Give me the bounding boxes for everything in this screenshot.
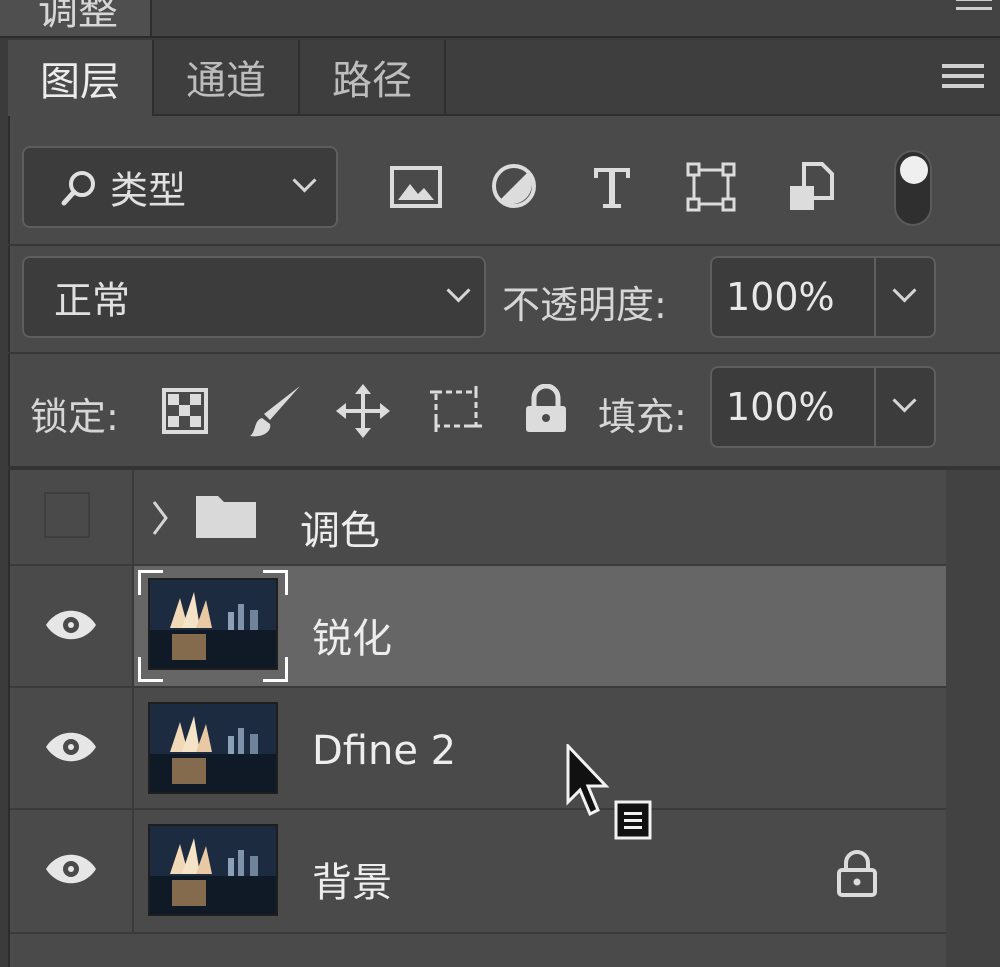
layers-panel-tabs: 图层 通道 路径 [8,40,1000,116]
filter-kind-label: 类型 [110,168,187,213]
thumbnail-selection-frame [138,570,288,682]
mouse-pointer-icon [566,744,610,817]
filter-toggle-knob-icon [900,156,928,184]
lock-all-icon[interactable] [524,384,568,434]
image-filter-icon[interactable] [390,164,442,210]
layer-row[interactable]: Dfine 2 [10,688,946,810]
lock-position-icon[interactable] [336,384,390,438]
adjustments-panel-menu-icon[interactable] [956,0,992,12]
blend-mode-select[interactable]: 正常 [22,256,486,338]
smart-object-filter-icon[interactable] [788,162,834,212]
chevron-down-icon [446,278,471,303]
eye-icon[interactable] [44,852,98,886]
layer-name: 背景 [312,860,392,906]
lock-transparent-pixels-icon[interactable] [162,388,208,434]
tab-adjustments-label: 调整 [38,0,118,34]
shape-filter-icon[interactable] [686,162,736,212]
adjustments-panel-header: 调整 [0,0,1000,38]
layers-scrollbar[interactable] [946,470,1000,967]
folder-icon [196,496,256,538]
lock-label: 锁定: [30,395,119,439]
layers-empty-area [10,934,946,967]
context-menu-cursor-icon [614,800,652,840]
visibility-cell[interactable] [10,566,134,686]
lock-artboard-icon[interactable] [428,384,484,434]
visibility-cell[interactable] [10,688,134,808]
eye-icon[interactable] [44,608,98,642]
layer-thumbnail[interactable] [148,824,278,916]
opacity-value: 100% [726,275,835,319]
tab-paths-label: 路径 [332,58,412,104]
opacity-field[interactable]: 100% [710,256,936,338]
fill-value: 100% [726,385,835,429]
search-icon [61,171,95,206]
opacity-label: 不透明度: [502,283,667,327]
layer-row-background[interactable]: 背景 [10,810,946,934]
tab-layers[interactable]: 图层 [8,40,154,116]
chevron-down-icon [292,168,317,193]
eye-icon[interactable] [44,730,98,764]
tab-layers-label: 图层 [40,59,120,105]
filter-kind-select[interactable]: 类型 [22,146,338,228]
tab-adjustments[interactable]: 调整 [0,0,152,36]
lock-image-pixels-icon[interactable] [248,382,304,440]
chevron-right-icon[interactable] [150,498,170,538]
layer-name: 调色 [300,508,380,554]
layer-row-selected[interactable]: 锐化 [10,566,946,688]
tab-channels[interactable]: 通道 [154,40,300,114]
layer-name: Dfine 2 [312,728,457,774]
tab-paths[interactable]: 路径 [300,40,446,114]
layer-thumbnail[interactable] [148,702,278,794]
visibility-off-box[interactable] [44,492,90,538]
fill-label: 填充: [598,395,687,439]
adjustment-filter-icon[interactable] [490,162,538,210]
layer-row-group[interactable]: 调色 [10,470,946,566]
filter-toggle[interactable] [894,150,932,226]
fill-chevron-down-icon[interactable] [892,388,917,413]
layers-panel-menu-icon[interactable] [942,64,984,92]
layer-lock-icon[interactable] [836,850,878,898]
blend-mode-value: 正常 [54,278,131,323]
layer-name: 锐化 [312,616,392,662]
opacity-chevron-down-icon[interactable] [892,278,917,303]
type-filter-icon[interactable] [590,164,634,210]
visibility-cell[interactable] [10,470,134,564]
fill-field[interactable]: 100% [710,366,936,448]
visibility-cell[interactable] [10,810,134,932]
tab-channels-label: 通道 [186,58,266,104]
